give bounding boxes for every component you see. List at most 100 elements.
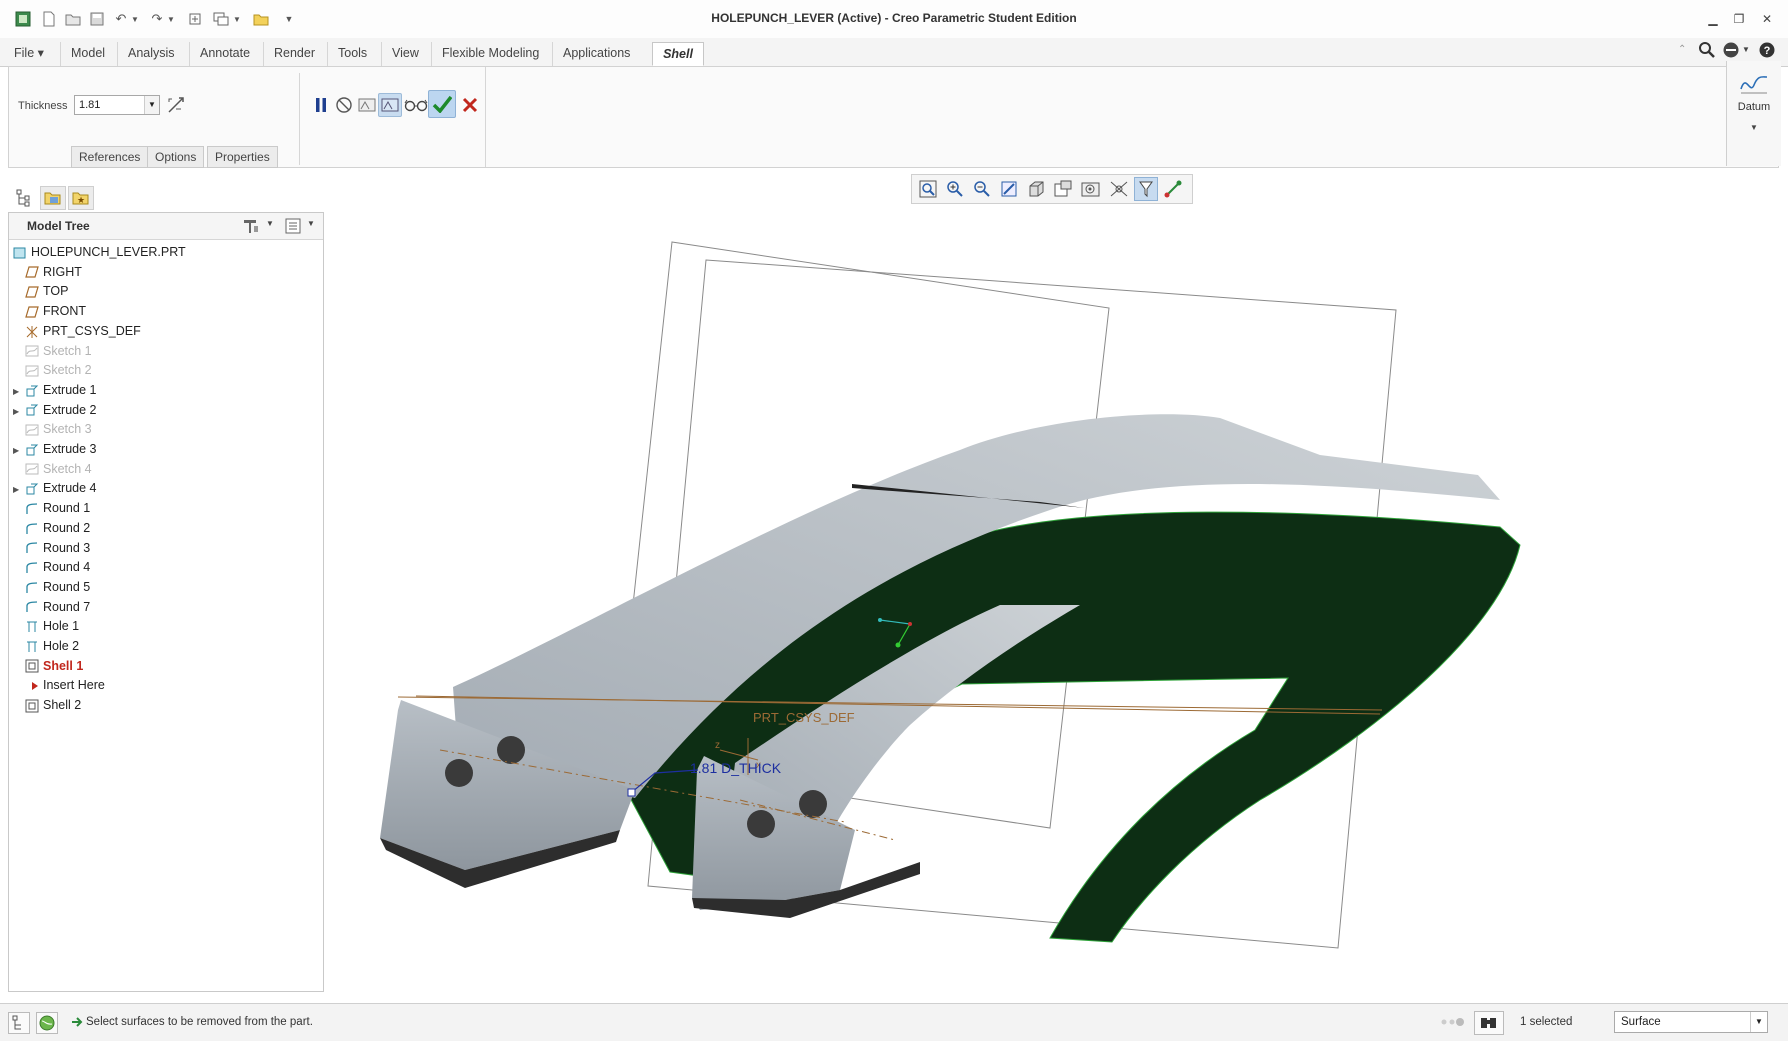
- folder-browser-tab-icon[interactable]: [40, 186, 66, 210]
- tree-settings-dropdown-icon[interactable]: ▼: [266, 219, 274, 228]
- tree-item-hole-1[interactable]: Hole 1: [13, 617, 79, 635]
- tree-show-dropdown-icon[interactable]: ▼: [307, 219, 315, 228]
- tree-item-round-4[interactable]: Round 4: [13, 558, 90, 576]
- minimize-ribbon-icon[interactable]: ⌃: [1678, 44, 1686, 55]
- tab-view[interactable]: View: [381, 42, 429, 66]
- tab-applications[interactable]: Applications: [552, 42, 640, 66]
- refit-icon[interactable]: [918, 179, 938, 202]
- tree-show-icon[interactable]: [285, 218, 301, 237]
- model-tree-tab-icon[interactable]: [12, 186, 36, 210]
- sketch-icon: [25, 462, 39, 476]
- tree-item-shell-2[interactable]: Shell 2: [13, 696, 81, 714]
- tree-item-round-1[interactable]: Round 1: [13, 499, 90, 517]
- tab-references[interactable]: References: [71, 146, 149, 168]
- tree-root[interactable]: HOLEPUNCH_LEVER.PRT: [13, 243, 186, 261]
- tree-item-prt_csys_def[interactable]: PRT_CSYS_DEF: [13, 322, 141, 340]
- selection-filter-select[interactable]: Surface ▼: [1614, 1011, 1768, 1033]
- zoom-in-icon[interactable]: [945, 179, 965, 202]
- tab-analysis[interactable]: Analysis: [117, 42, 185, 66]
- cancel-x-button[interactable]: [458, 93, 482, 117]
- tree-item-sketch-1[interactable]: Sketch 1: [13, 342, 92, 360]
- tree-item-sketch-3[interactable]: Sketch 3: [13, 420, 92, 438]
- verify-glasses-icon[interactable]: [402, 93, 430, 117]
- zoom-out-icon[interactable]: [972, 179, 992, 202]
- thickness-dimension-label[interactable]: 1.81 D_THICK: [690, 760, 782, 776]
- help-icon[interactable]: ?: [1758, 41, 1776, 62]
- tab-tools[interactable]: Tools: [327, 42, 377, 66]
- thickness-input[interactable]: 1.81 ▼: [74, 95, 160, 115]
- expand-arrow-icon[interactable]: ▶: [13, 383, 25, 401]
- thickness-drag-handle[interactable]: [627, 788, 636, 797]
- perspective-icon[interactable]: [1108, 179, 1130, 202]
- tree-item-extrude-2[interactable]: ▶ Extrude 2: [13, 401, 97, 419]
- repaint-icon[interactable]: [999, 179, 1019, 202]
- datum-plane-icon: [25, 285, 39, 299]
- maximize-button[interactable]: ❐: [1728, 9, 1750, 29]
- flip-thickness-icon[interactable]: [164, 93, 188, 117]
- sketch-icon: [25, 344, 39, 358]
- tree-item-insert-here[interactable]: Insert Here: [13, 676, 105, 694]
- datum-plane-icon: [25, 305, 39, 319]
- round-icon: [25, 541, 39, 555]
- tree-item-hole-2[interactable]: Hole 2: [13, 637, 79, 655]
- hole-2[interactable]: [497, 736, 525, 764]
- tab-file[interactable]: File ▾: [8, 42, 50, 66]
- navigator-toggle-icon[interactable]: [8, 1012, 30, 1034]
- csys-icon: [25, 325, 39, 339]
- tab-shell[interactable]: Shell: [652, 42, 704, 66]
- attached-preview-icon[interactable]: [355, 93, 379, 117]
- geometry-preview-icon[interactable]: [378, 93, 402, 117]
- tree-item-extrude-4[interactable]: ▶ Extrude 4: [13, 479, 97, 497]
- tree-item-extrude-1[interactable]: ▶ Extrude 1: [13, 381, 97, 399]
- tree-item-right[interactable]: RIGHT: [13, 263, 82, 281]
- graphics-area[interactable]: z x PRT_CSYS_DEF 1.81 D_THICK: [320, 210, 1780, 1000]
- expand-arrow-icon[interactable]: ▶: [13, 403, 25, 421]
- dashboard-divider-2: [485, 67, 486, 167]
- tree-settings-icon[interactable]: [241, 217, 261, 238]
- tree-item-sketch-2[interactable]: Sketch 2: [13, 361, 92, 379]
- pause-icon[interactable]: [309, 93, 333, 117]
- community-icon[interactable]: [1722, 41, 1740, 62]
- thickness-dropdown-icon[interactable]: ▼: [144, 96, 159, 114]
- tree-item-round-3[interactable]: Round 3: [13, 539, 90, 557]
- hole-1[interactable]: [445, 759, 473, 787]
- datum-display-filter-icon[interactable]: [1134, 177, 1158, 201]
- tab-flexible-modeling[interactable]: Flexible Modeling: [431, 42, 549, 66]
- tab-annotate[interactable]: Annotate: [189, 42, 260, 66]
- tab-properties[interactable]: Properties: [207, 146, 278, 168]
- datum-dropdown-icon[interactable]: ▼: [1727, 123, 1781, 132]
- tree-item-label: FRONT: [43, 304, 87, 319]
- tree-item-round-2[interactable]: Round 2: [13, 519, 90, 537]
- tab-model[interactable]: Model: [60, 42, 115, 66]
- expand-arrow-icon[interactable]: ▶: [13, 442, 25, 460]
- filter-dropdown-icon[interactable]: ▼: [1750, 1012, 1767, 1032]
- saved-orientations-icon[interactable]: [1053, 179, 1075, 202]
- display-style-icon[interactable]: [1026, 179, 1046, 202]
- tree-item-round-7[interactable]: Round 7: [13, 598, 90, 616]
- tab-options[interactable]: Options: [147, 146, 205, 168]
- no-preview-icon[interactable]: [332, 93, 356, 117]
- favorites-tab-icon[interactable]: ★: [68, 186, 94, 210]
- tree-item-label: TOP: [43, 284, 69, 299]
- expand-arrow-icon[interactable]: ▶: [13, 481, 25, 499]
- tree-item-extrude-3[interactable]: ▶ Extrude 3: [13, 440, 97, 458]
- tree-item-front[interactable]: FRONT: [13, 302, 86, 320]
- close-button[interactable]: ✕: [1756, 9, 1778, 29]
- annotation-display-icon[interactable]: [1163, 179, 1185, 202]
- tree-item-top[interactable]: TOP: [13, 282, 68, 300]
- hole-4[interactable]: [799, 790, 827, 818]
- tree-item-shell-1[interactable]: Shell 1: [13, 657, 83, 675]
- browser-toggle-icon[interactable]: [36, 1012, 58, 1034]
- datum-group[interactable]: Datum ▼: [1726, 61, 1781, 166]
- search-icon[interactable]: [1698, 41, 1716, 62]
- hole-3[interactable]: [747, 810, 775, 838]
- tree-item-sketch-4[interactable]: Sketch 4: [13, 460, 92, 478]
- find-binoculars-icon[interactable]: [1474, 1011, 1504, 1035]
- community-dropdown-icon[interactable]: ▼: [1742, 45, 1750, 54]
- minimize-button[interactable]: ▁: [1702, 9, 1724, 29]
- ok-checkmark-button[interactable]: [428, 90, 456, 118]
- tab-render[interactable]: Render: [263, 42, 325, 66]
- view-manager-icon[interactable]: [1080, 179, 1102, 202]
- tree-item-round-5[interactable]: Round 5: [13, 578, 90, 596]
- tree-item-label: Round 2: [43, 520, 91, 535]
